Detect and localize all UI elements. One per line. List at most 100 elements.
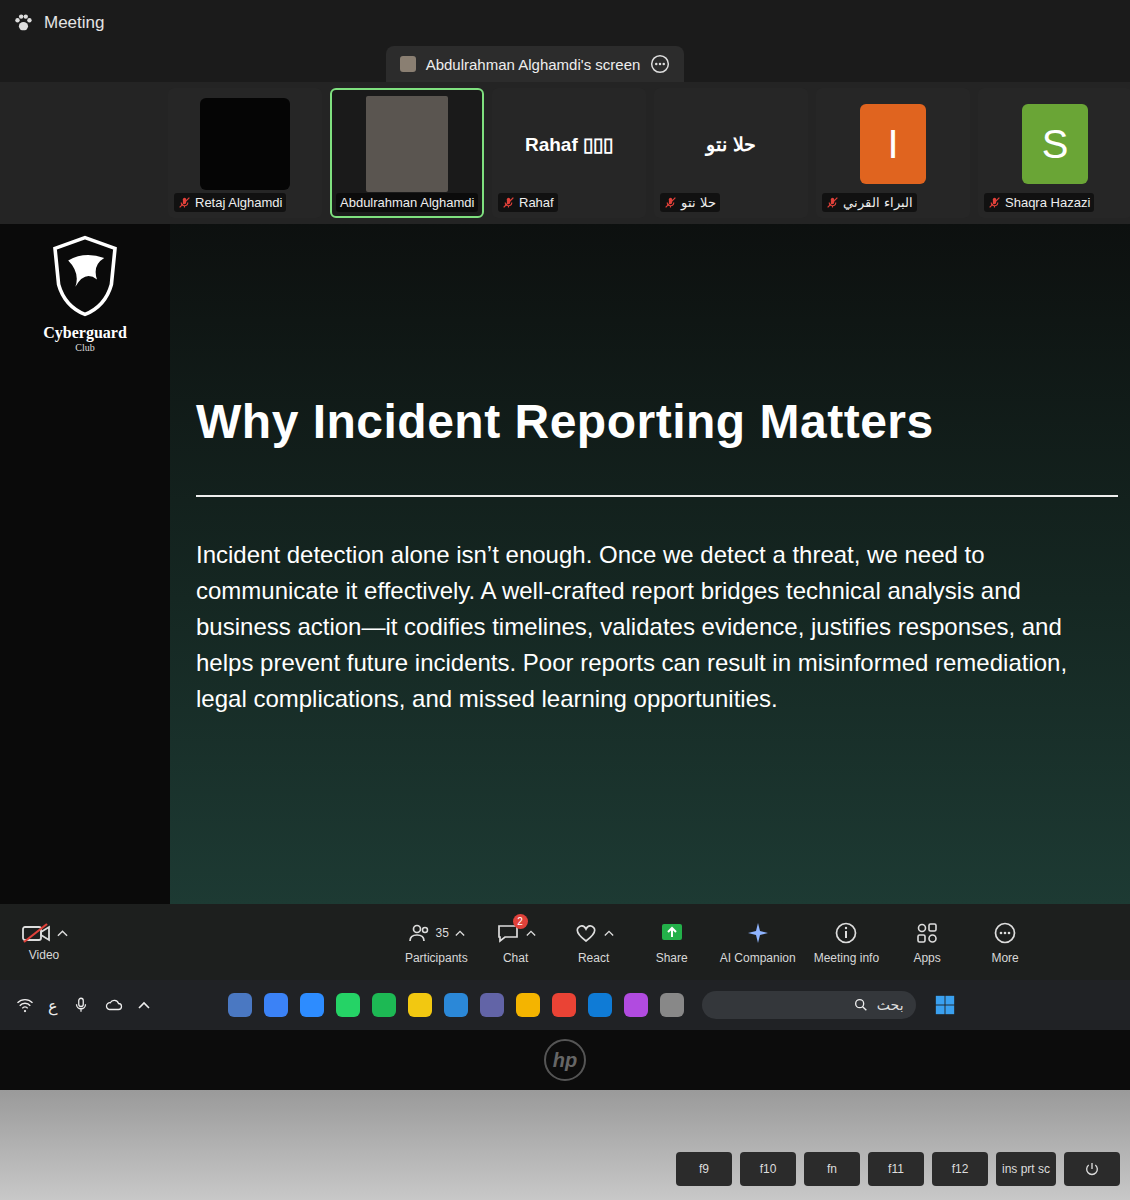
microphone-icon[interactable] [72,996,90,1014]
wifi-icon[interactable] [16,996,34,1014]
taskbar-app-icon[interactable] [228,993,252,1017]
video-camera-icon [21,922,51,944]
taskbar-app-icon[interactable] [408,993,432,1017]
toolbar-button-label: Participants [405,951,468,965]
slide-content: Why Incident Reporting Matters Incident d… [170,224,1130,904]
caret-icon[interactable] [455,929,465,937]
participant-label: Shaqra Hazazi [984,193,1094,212]
taskbar-app-icon[interactable] [444,993,468,1017]
tray-caret-icon[interactable] [138,1001,150,1009]
input-language[interactable]: ع [48,996,58,1015]
toolbar-button[interactable]: More [975,920,1035,965]
taskbar-app-icon[interactable] [372,993,396,1017]
caret-icon[interactable] [57,929,68,937]
taskbar: ع بحث [0,980,1130,1030]
participant-tile[interactable]: I البراء القرني [816,88,970,218]
toolbar-button[interactable]: React [564,920,624,965]
toolbar-button[interactable]: Meeting info [814,920,879,965]
taskbar-app-icon[interactable] [624,993,648,1017]
participant-name: Retaj Alghamdi [195,195,282,210]
more-options-icon[interactable] [650,54,670,74]
logo-name: Cyberguard [43,324,127,342]
taskbar-app-icon[interactable] [516,993,540,1017]
taskbar-app-icon[interactable] [300,993,324,1017]
caret-icon[interactable] [526,929,536,937]
taskbar-app-icon[interactable] [480,993,504,1017]
toolbar-button[interactable]: Apps [897,920,957,965]
windows-start-icon[interactable] [934,994,956,1016]
keyboard-key[interactable]: ins prt sc [996,1152,1056,1186]
participant-tile[interactable]: S Shaqra Hazazi [978,88,1130,218]
participant-avatar: S [1022,104,1088,184]
slide-body: Incident detection alone isn’t enough. O… [196,537,1106,717]
participant-name: البراء القرني [843,195,913,210]
taskbar-app-icon[interactable] [552,993,576,1017]
toolbar-button-label: Chat [503,951,528,965]
title-bar: Meeting [0,0,1130,46]
slide-title: Why Incident Reporting Matters [196,394,1118,449]
participant-tile[interactable]: Retaj Alghamdi [168,88,322,218]
slide-divider [196,495,1118,497]
participant-label: البراء القرني [822,193,917,212]
cloud-icon[interactable] [104,996,124,1014]
screen: Meeting Abdulrahman Alghamdi's screen Reta… [0,0,1130,1030]
toolbar-button-label: Share [656,951,688,965]
toolbar-button-icon-row: 2 [496,920,536,946]
participant-count: 35 [436,926,449,940]
participant-strip: Retaj Alghamdi Abdulrahman Alghamdi Rahaf … [0,82,1130,224]
taskbar-app-icon[interactable] [336,993,360,1017]
chat-badge: 2 [513,914,528,929]
muted-mic-icon [178,196,191,209]
video-row [21,922,68,944]
keyboard-key[interactable]: fn [804,1152,860,1186]
caret-icon[interactable] [604,929,614,937]
toolbar-button[interactable]: Share [642,920,702,965]
icon-holder [915,921,939,945]
banner-row: Abdulrahman Alghamdi's screen [0,46,1130,82]
participant-label: Abdulrahman Alghamdi [336,193,478,212]
video-button[interactable]: Video [14,922,74,962]
toolbar-button-icon-row [660,920,684,946]
toolbar-button-icon-row [574,920,614,946]
taskbar-app-icon[interactable] [588,993,612,1017]
keyboard-key[interactable]: f10 [740,1152,796,1186]
icon-holder [408,921,432,945]
info-icon [834,921,858,945]
toolbar-button-label: Apps [913,951,940,965]
toolbar-items: 35 Participants 2 Chat React Share AI Companio… [74,920,1116,965]
heart-icon [574,921,598,945]
keyboard-key[interactable]: f11 [868,1152,924,1186]
participant-display-name: حلا نتو [702,133,759,156]
share-screen-icon [660,921,684,945]
taskbar-search[interactable]: بحث [702,991,916,1019]
muted-mic-icon [988,196,1001,209]
presenter-avatar-icon [400,56,416,72]
participant-avatar: I [860,104,926,184]
keyboard-key[interactable]: f9 [676,1152,732,1186]
toolbar-button-label: Meeting info [814,951,879,965]
key-row: f9f10fnf11f12ins prt sc [676,1152,1120,1186]
power-key[interactable] [1064,1152,1120,1186]
taskbar-app-icon[interactable] [264,993,288,1017]
keyboard-key[interactable]: f12 [932,1152,988,1186]
system-tray: ع [16,996,150,1015]
icon-holder: 2 [496,921,520,945]
icon-holder [746,921,770,945]
toolbar-button[interactable]: 2 Chat [486,920,546,965]
taskbar-app-icon[interactable] [660,993,684,1017]
toolbar-button-icon-row: 35 [408,920,465,946]
participant-tile[interactable]: Rahaf ▯▯▯Rahaf [492,88,646,218]
participant-tile[interactable]: Abdulrahman Alghamdi [330,88,484,218]
share-banner-label: Abdulrahman Alghamdi's screen [426,56,641,73]
video-off-box [200,98,290,190]
share-banner[interactable]: Abdulrahman Alghamdi's screen [386,46,685,82]
toolbar-button-icon-row [746,920,770,946]
icon-holder [574,921,598,945]
taskbar-apps [228,993,684,1017]
toolbar-button-label: More [991,951,1018,965]
toolbar-button[interactable]: 35 Participants [405,920,468,965]
participant-name: حلا نتو [681,195,716,210]
participant-label: حلا نتو [660,193,720,212]
participant-tile[interactable]: حلا نتو حلا نتو [654,88,808,218]
toolbar-button[interactable]: AI Companion [720,920,796,965]
